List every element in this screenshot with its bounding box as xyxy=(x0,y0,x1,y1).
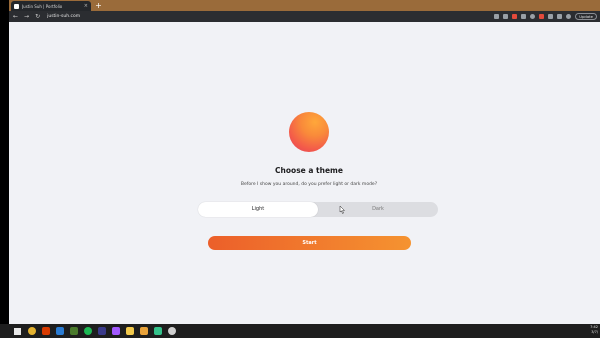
close-tab-icon[interactable]: × xyxy=(84,3,88,9)
mouse-pointer-icon xyxy=(339,206,345,214)
maps-icon[interactable] xyxy=(154,327,162,335)
theme-toggle: Light Dark xyxy=(198,202,438,217)
share-icon[interactable] xyxy=(494,14,500,19)
windows-logo-icon xyxy=(13,327,21,335)
forward-icon[interactable]: → xyxy=(24,13,29,20)
back-icon[interactable]: ← xyxy=(13,13,18,20)
page-content: Choose a theme Before I show you around,… xyxy=(9,22,600,324)
spotify-icon[interactable] xyxy=(84,327,92,335)
gradient-orb xyxy=(289,112,329,152)
extension-icon[interactable] xyxy=(530,14,536,19)
clock-date: 3/7/ xyxy=(591,330,598,334)
start-button[interactable]: Start xyxy=(208,236,411,250)
profile-avatar-icon[interactable] xyxy=(566,14,572,19)
address-bar[interactable]: justin-suh.com xyxy=(47,14,80,19)
tab-title: Justin Suh | Portfolio xyxy=(22,3,63,9)
figma-icon[interactable] xyxy=(112,327,120,335)
new-tab-button[interactable]: + xyxy=(94,1,103,10)
taskbar: 7:42 3/7/ xyxy=(0,324,600,338)
page-subtitle: Before I show you around, do you prefer … xyxy=(240,182,378,187)
puzzle-icon[interactable] xyxy=(548,14,554,19)
sidebar-icon[interactable] xyxy=(557,14,563,19)
office-icon[interactable] xyxy=(42,327,50,335)
extension-icon[interactable] xyxy=(521,14,527,19)
system-clock[interactable]: 7:42 3/7/ xyxy=(590,325,598,335)
sticky-icon[interactable] xyxy=(140,327,148,335)
extension-icon[interactable] xyxy=(512,14,518,19)
vscode-icon[interactable] xyxy=(56,327,64,335)
theme-option-light[interactable]: Light xyxy=(198,202,318,217)
toolbar-actions: Update xyxy=(494,13,597,20)
note-icon[interactable] xyxy=(126,327,134,335)
star-icon[interactable] xyxy=(503,14,509,19)
game-icon[interactable] xyxy=(70,327,78,335)
chrome-icon[interactable] xyxy=(28,327,36,335)
tab-portfolio[interactable]: Justin Suh | Portfolio × xyxy=(11,1,91,11)
reload-icon[interactable]: ↻ xyxy=(35,13,40,20)
browser-window: Justin Suh | Portfolio × + ← → ↻ justin-… xyxy=(9,0,600,324)
page-title: Choose a theme xyxy=(275,166,343,175)
settings-icon[interactable] xyxy=(168,327,176,335)
taskbar-apps xyxy=(28,327,176,335)
tab-strip: Justin Suh | Portfolio × + xyxy=(9,0,600,11)
files-icon[interactable] xyxy=(98,327,106,335)
favicon-icon xyxy=(14,3,19,9)
update-button[interactable]: Update xyxy=(575,13,597,20)
theme-option-dark[interactable]: Dark xyxy=(318,202,438,217)
browser-toolbar: ← → ↻ justin-suh.com Update xyxy=(9,11,600,22)
extension-icon[interactable] xyxy=(539,14,545,19)
nav-buttons: ← → ↻ xyxy=(13,13,40,20)
windows-start-button[interactable] xyxy=(12,324,22,338)
